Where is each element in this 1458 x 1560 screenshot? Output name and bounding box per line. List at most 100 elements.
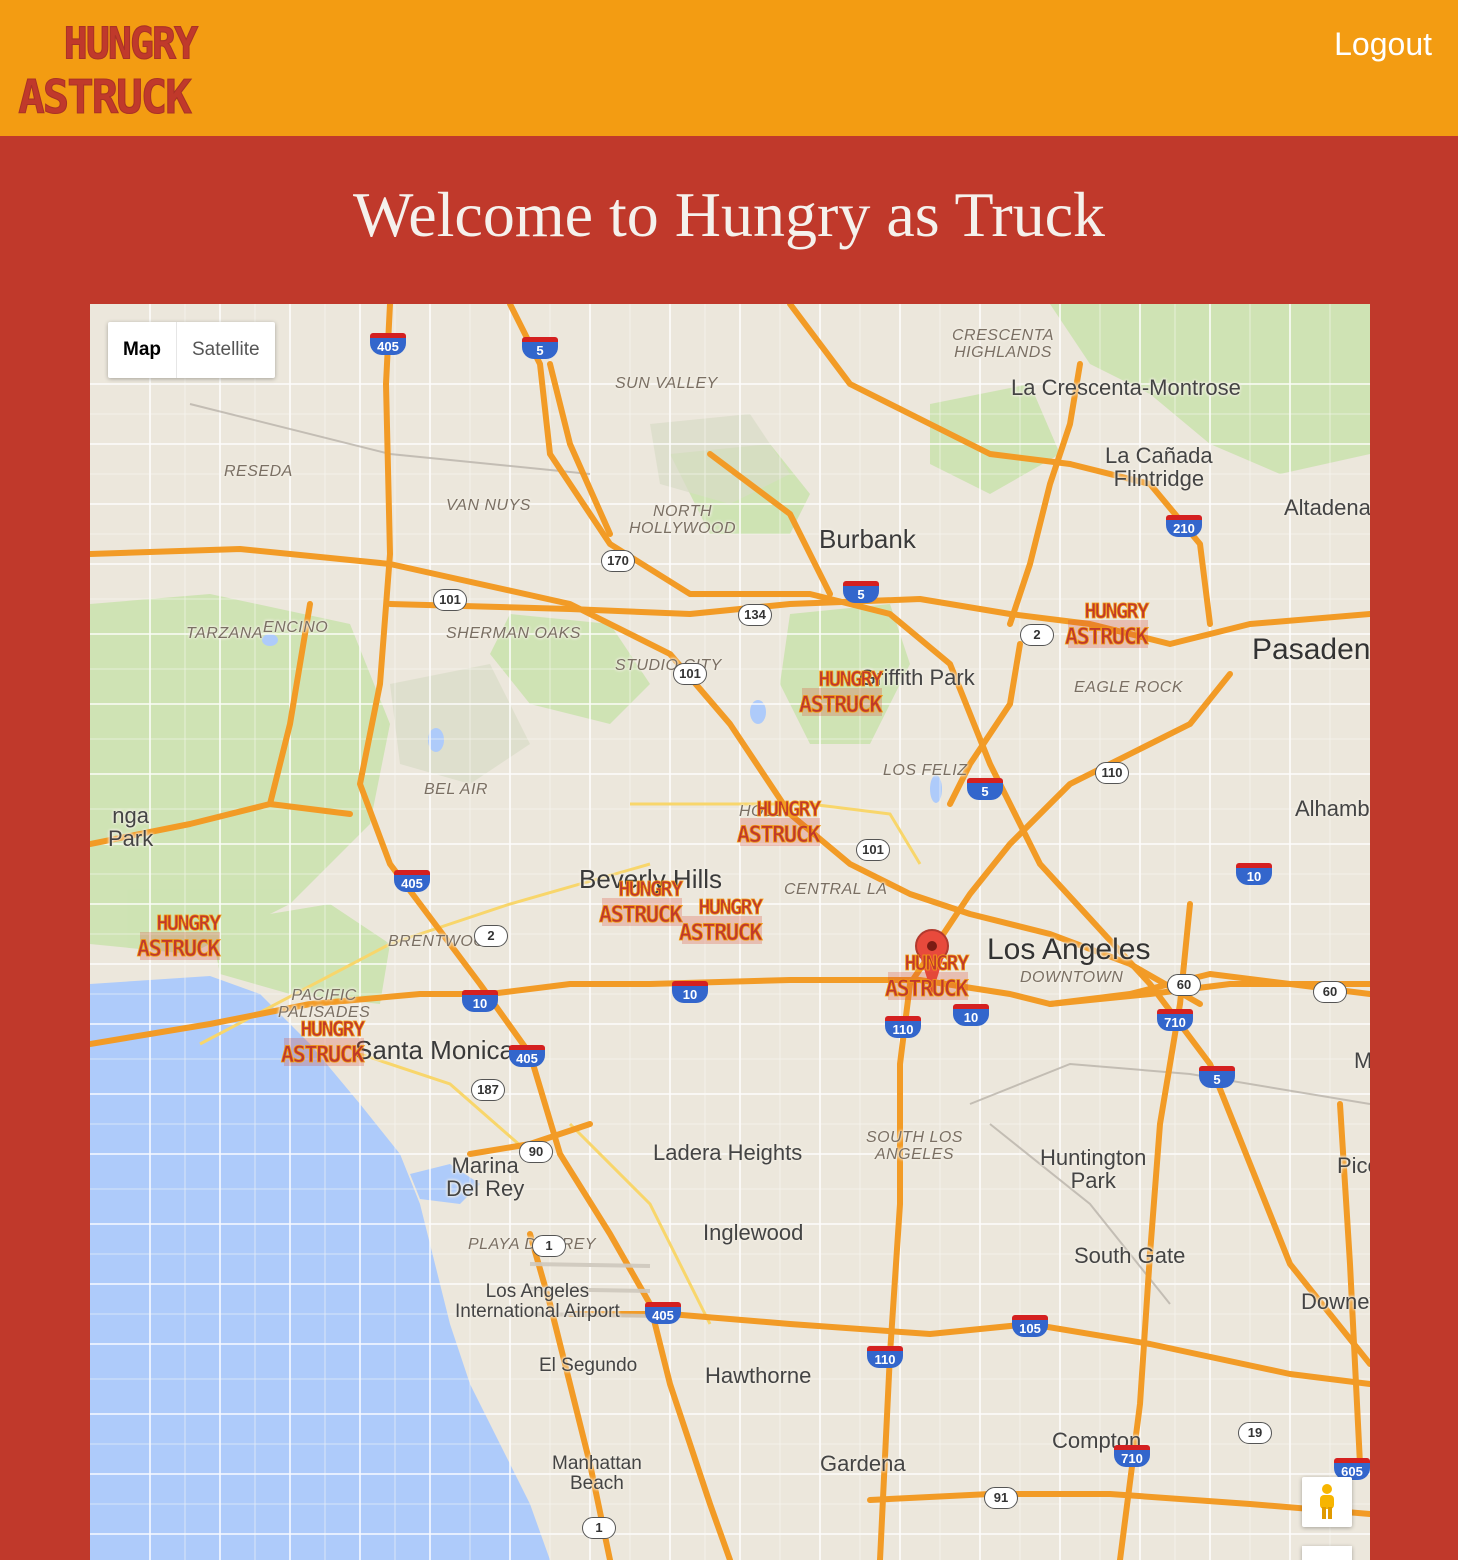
svg-text:HUNGRY: HUNGRY [156, 911, 221, 935]
truck-pacific-palisades-marker[interactable]: HUNGRY ASTRUCK [136, 910, 224, 963]
highway-shield-110: 110 [885, 1016, 921, 1038]
page-title: Welcome to Hungry as Truck [352, 179, 1106, 250]
map-label-los-feliz: LOS FELIZ [883, 762, 968, 779]
map-label-manhattan-beach: Manhattan Beach [552, 1453, 642, 1494]
map-label-downey: Downey [1301, 1289, 1370, 1314]
highway-shield-5: 5 [967, 778, 1003, 800]
svg-text:ASTRUCK: ASTRUCK [137, 937, 221, 962]
highway-shield-405: 405 [394, 870, 430, 892]
highway-shield-101: 101 [433, 589, 467, 611]
truck-logo-icon: HUNGRYASTRUCK [884, 951, 971, 1003]
truck-griffith-park-marker[interactable]: HUNGRY ASTRUCK [798, 666, 886, 719]
map-label-north-hollywood: NORTH HOLLYWOOD [629, 503, 737, 537]
highway-shield-90: 90 [519, 1141, 553, 1163]
highway-shield-187: 187 [471, 1079, 505, 1101]
map-label-ladera-heights: Ladera Heights [653, 1140, 803, 1165]
map-label-altadena: Altadena [1284, 495, 1370, 520]
truck-logo-icon: HUNGRYASTRUCK [736, 797, 823, 849]
app-header: HUNGRY ASTRUCK Logout [0, 0, 1458, 136]
map-label-alhambra: Alhambra [1295, 796, 1370, 821]
map-label-encino: ENCINO [263, 619, 329, 636]
map-label-sherman-oaks: SHERMAN OAKS [446, 625, 581, 642]
highway-shield-105: 105 [1012, 1315, 1048, 1337]
map-label-pico: Pico [1337, 1153, 1370, 1178]
logout-link[interactable]: Logout [1334, 26, 1432, 63]
highway-shield-10: 10 [953, 1004, 989, 1026]
truck-central-la-2-marker[interactable]: HUNGRY ASTRUCK [678, 894, 766, 947]
highway-shield-405: 405 [509, 1045, 545, 1067]
svg-text:ASTRUCK: ASTRUCK [679, 921, 763, 946]
map-label-downtown: DOWNTOWN [1020, 969, 1124, 986]
map-label-topanga: nga Park [108, 803, 154, 852]
map-label-reseda: RESEDA [224, 463, 293, 480]
highway-shield-405: 405 [370, 333, 406, 355]
svg-text:ASTRUCK: ASTRUCK [281, 1043, 365, 1068]
highway-shield-5: 5 [522, 337, 558, 359]
map-type-map-button[interactable]: Map [108, 322, 177, 378]
highway-shield-210: 210 [1166, 515, 1202, 537]
highway-shield-5: 5 [843, 581, 879, 603]
svg-text:HUNGRY: HUNGRY [300, 1017, 365, 1041]
map-view[interactable]: CRESCENTA HIGHLANDS SUN VALLEY La Crescent… [90, 304, 1370, 1560]
map-label-santa-monica: Santa Monica [355, 1035, 514, 1065]
highway-shield-10: 10 [672, 981, 708, 1003]
highway-shield-710: 710 [1157, 1009, 1193, 1031]
svg-text:ASTRUCK: ASTRUCK [799, 693, 883, 718]
highway-shield-60: 60 [1167, 974, 1201, 996]
svg-text:HUNGRY: HUNGRY [756, 797, 821, 821]
truck-pasadena-marker[interactable]: HUNGRY ASTRUCK [1064, 598, 1152, 651]
map-label-hawthorne: Hawthorne [705, 1363, 812, 1388]
highway-shield-1: 1 [532, 1235, 566, 1257]
map-label-la-canada: La Cañada Flintridge [1105, 443, 1213, 492]
highway-shield-110: 110 [867, 1346, 903, 1368]
map-label-van-nuys: VAN NUYS [446, 497, 531, 514]
highway-shield-134: 134 [738, 604, 772, 626]
highway-shield-5: 5 [1199, 1066, 1235, 1088]
map-label-south-gate: South Gate [1074, 1243, 1186, 1268]
street-view-pegman-button[interactable] [1302, 1477, 1352, 1527]
highway-shield-101: 101 [856, 839, 890, 861]
highway-shield-1: 1 [582, 1517, 616, 1539]
truck-logo-icon: HUNGRYASTRUCK [798, 667, 885, 719]
map-label-tarzana: TARZANA [186, 625, 263, 642]
truck-logo-icon: HUNGRYASTRUCK [280, 1017, 367, 1069]
highway-shield-2: 2 [1020, 624, 1054, 646]
map-label-burbank: Burbank [819, 524, 916, 554]
highway-shield-405: 405 [645, 1302, 681, 1324]
truck-santa-monica-marker[interactable]: HUNGRY ASTRUCK [280, 1016, 368, 1069]
map-label-central-la: CENTRAL LA [784, 881, 888, 898]
map-type-control: Map Satellite [108, 322, 275, 378]
truck-logo-icon: HUNGRYASTRUCK [598, 877, 685, 929]
highway-shield-91: 91 [984, 1487, 1018, 1509]
map-label-south-los-angeles: SOUTH LOS ANGELES [866, 1129, 963, 1163]
highway-shield-10: 10 [1236, 863, 1272, 885]
svg-text:HUNGRY: HUNGRY [698, 895, 763, 919]
zoom-control[interactable] [1302, 1546, 1352, 1560]
map-label-el-segundo: El Segundo [539, 1355, 638, 1376]
map-type-satellite-button[interactable]: Satellite [177, 322, 275, 378]
map-label-crescenta-highlands: CRESCENTA HIGHLANDS [952, 327, 1054, 361]
highway-shield-101: 101 [673, 663, 707, 685]
truck-hollywood-marker[interactable]: HUNGRY ASTRUCK [736, 796, 824, 849]
svg-text:HUNGRY: HUNGRY [1084, 599, 1149, 623]
map-label-bel-air: BEL AIR [424, 781, 488, 798]
map-label-pasadena: Pasadena [1252, 633, 1370, 666]
svg-text:ASTRUCK: ASTRUCK [599, 903, 683, 928]
svg-text:HUNGRY: HUNGRY [618, 877, 683, 901]
truck-central-la-1-marker[interactable]: HUNGRY ASTRUCK [598, 876, 686, 929]
highway-shield-110: 110 [1095, 762, 1129, 784]
truck-downtown-marker[interactable]: HUNGRY ASTRUCK [884, 950, 972, 1003]
map-label-eagle-rock: EAGLE ROCK [1074, 679, 1184, 696]
svg-text:ASTRUCK: ASTRUCK [737, 823, 821, 848]
map-label-sun-valley: SUN VALLEY [615, 375, 718, 392]
hungry-as-truck-logo[interactable]: HUNGRY ASTRUCK [12, 10, 202, 126]
svg-text:ASTRUCK: ASTRUCK [885, 977, 969, 1002]
svg-text:HUNGRY: HUNGRY [818, 667, 883, 691]
map-label-montebello: Montebe [1354, 1048, 1370, 1073]
svg-text:HUNGRY: HUNGRY [904, 951, 969, 975]
map-label-gardena: Gardena [820, 1451, 906, 1476]
map-label-huntington-park: Huntington Park [1040, 1145, 1147, 1194]
highway-shield-10: 10 [462, 990, 498, 1012]
highway-shield-19: 19 [1238, 1422, 1272, 1444]
map-label-marina-del-rey: Marina Del Rey [446, 1153, 525, 1202]
